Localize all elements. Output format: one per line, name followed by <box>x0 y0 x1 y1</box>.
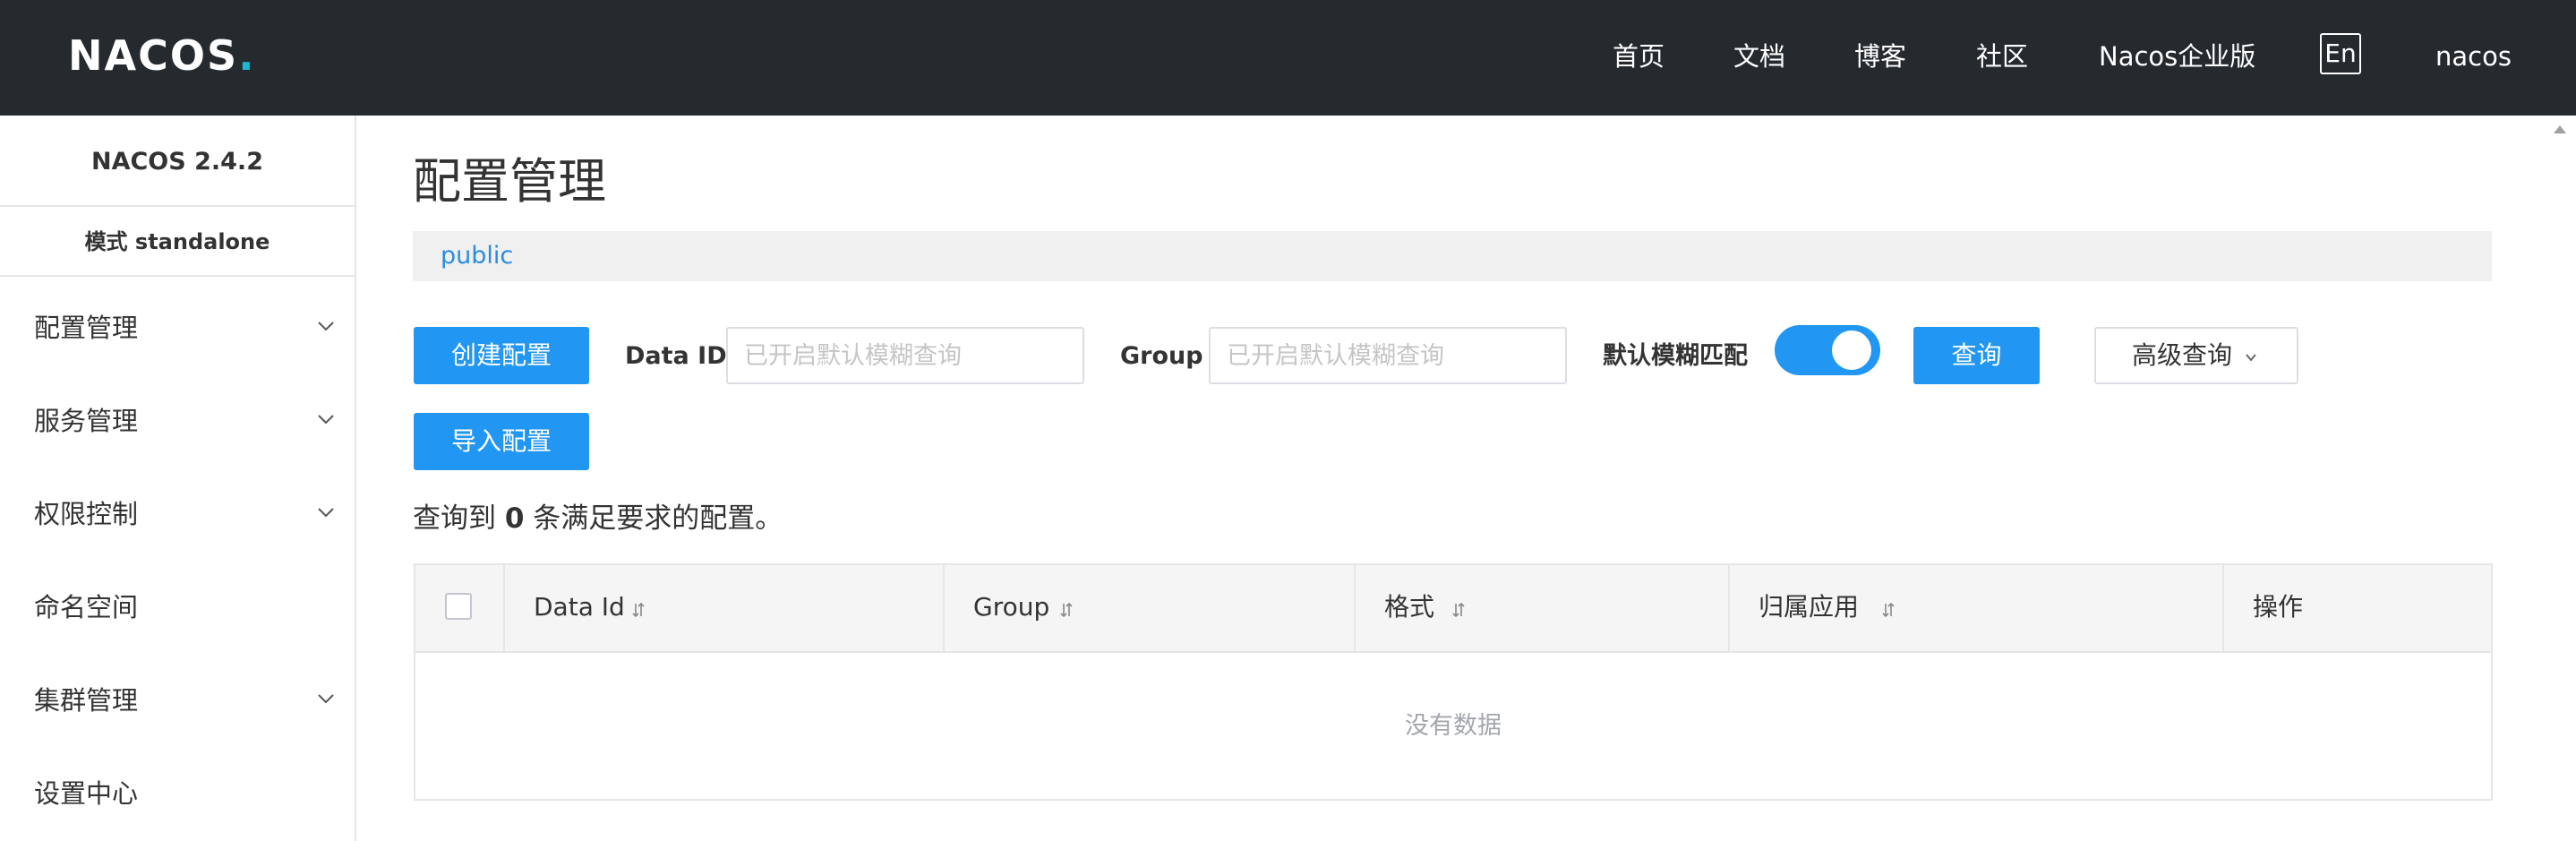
config-table: Data Id Group 格式 归属应用 操作 没有数据 <box>414 563 2493 801</box>
sidebar-item-label: 命名空间 <box>34 592 139 622</box>
sidebar-item-settings[interactable]: 设置中心 <box>0 758 355 829</box>
sidebar: NACOS 2.4.2 模式 standalone 配置管理 服务管理 权限控制… <box>0 116 356 841</box>
sidebar-item-cluster[interactable]: 集群管理 <box>0 665 355 736</box>
column-label: Data Id <box>534 592 625 622</box>
import-config-button[interactable]: 导入配置 <box>414 413 589 470</box>
sidebar-item-config[interactable]: 配置管理 <box>0 292 355 364</box>
result-prefix: 查询到 <box>413 502 496 535</box>
sidebar-item-label: 服务管理 <box>34 406 139 436</box>
column-format[interactable]: 格式 <box>1356 565 1730 651</box>
chevron-down-icon <box>318 694 334 704</box>
column-group[interactable]: Group <box>945 565 1356 651</box>
chevron-down-icon <box>318 322 334 331</box>
column-label: Group <box>973 592 1050 622</box>
sidebar-item-label: 设置中心 <box>34 778 139 809</box>
nacos-logo[interactable]: NACOS. <box>68 32 256 79</box>
data-id-label: Data ID <box>625 342 727 370</box>
chevron-down-icon <box>318 508 334 518</box>
group-label: Group <box>1120 342 1203 370</box>
nav-docs-link[interactable]: 文档 <box>1733 37 1785 76</box>
version-label: NACOS 2.4.2 <box>0 116 355 207</box>
table-header: Data Id Group 格式 归属应用 操作 <box>415 565 2491 653</box>
language-switch-button[interactable]: En <box>2320 33 2361 74</box>
column-label: 格式 <box>1384 592 1435 622</box>
sort-icon[interactable] <box>632 602 645 618</box>
chevron-down-icon <box>318 415 334 425</box>
sidebar-item-label: 配置管理 <box>34 313 139 343</box>
logo-text: NACOS <box>68 31 239 80</box>
sort-icon[interactable] <box>1882 602 1895 618</box>
user-menu[interactable]: nacos <box>2435 37 2512 76</box>
namespace-link-public[interactable]: public <box>441 240 513 272</box>
nav-home-link[interactable]: 首页 <box>1613 37 1665 76</box>
sidebar-item-label: 集群管理 <box>34 685 139 716</box>
create-config-button[interactable]: 创建配置 <box>414 327 589 384</box>
sort-icon[interactable] <box>1060 602 1073 618</box>
empty-state: 没有数据 <box>1405 712 1502 740</box>
sidebar-item-service[interactable]: 服务管理 <box>0 385 355 457</box>
select-all-cell <box>415 565 505 651</box>
advanced-query-label: 高级查询 <box>2132 340 2233 370</box>
query-button[interactable]: 查询 <box>1913 327 2040 384</box>
mode-label: 模式 standalone <box>0 207 355 277</box>
sidebar-item-label: 权限控制 <box>34 499 139 529</box>
chevron-down-icon <box>2246 354 2256 362</box>
page-title: 配置管理 <box>413 153 606 210</box>
column-actions: 操作 <box>2224 565 2491 651</box>
fuzzy-match-label: 默认模糊匹配 <box>1603 342 1748 370</box>
column-data-id[interactable]: Data Id <box>505 565 945 651</box>
result-summary: 查询到 0 条满足要求的配置。 <box>413 499 783 538</box>
toggle-knob <box>1832 330 1871 370</box>
column-app[interactable]: 归属应用 <box>1730 565 2224 651</box>
select-all-checkbox[interactable] <box>445 593 472 620</box>
top-header: NACOS. 首页 文档 博客 社区 Nacos企业版 En nacos <box>0 0 2576 116</box>
nav-blog-link[interactable]: 博客 <box>1854 37 1906 76</box>
nav-community-link[interactable]: 社区 <box>1976 37 2028 76</box>
result-suffix: 条满足要求的配置。 <box>533 502 783 535</box>
advanced-query-button[interactable]: 高级查询 <box>2094 327 2298 384</box>
logo-dot: . <box>238 31 256 80</box>
sidebar-item-namespace[interactable]: 命名空间 <box>0 571 355 643</box>
sidebar-item-permission[interactable]: 权限控制 <box>0 478 355 550</box>
fuzzy-match-toggle[interactable] <box>1775 325 1880 375</box>
scroll-up-arrow-icon[interactable] <box>2551 123 2569 135</box>
column-label: 操作 <box>2253 592 2304 622</box>
nav-enterprise-link[interactable]: Nacos企业版 <box>2099 37 2255 76</box>
result-count: 0 <box>504 502 525 535</box>
data-id-input[interactable] <box>726 327 1084 384</box>
namespace-bar: public <box>413 231 2492 281</box>
sort-icon[interactable] <box>1452 602 1465 618</box>
column-label: 归属应用 <box>1759 592 1860 622</box>
group-input[interactable] <box>1209 327 1567 384</box>
